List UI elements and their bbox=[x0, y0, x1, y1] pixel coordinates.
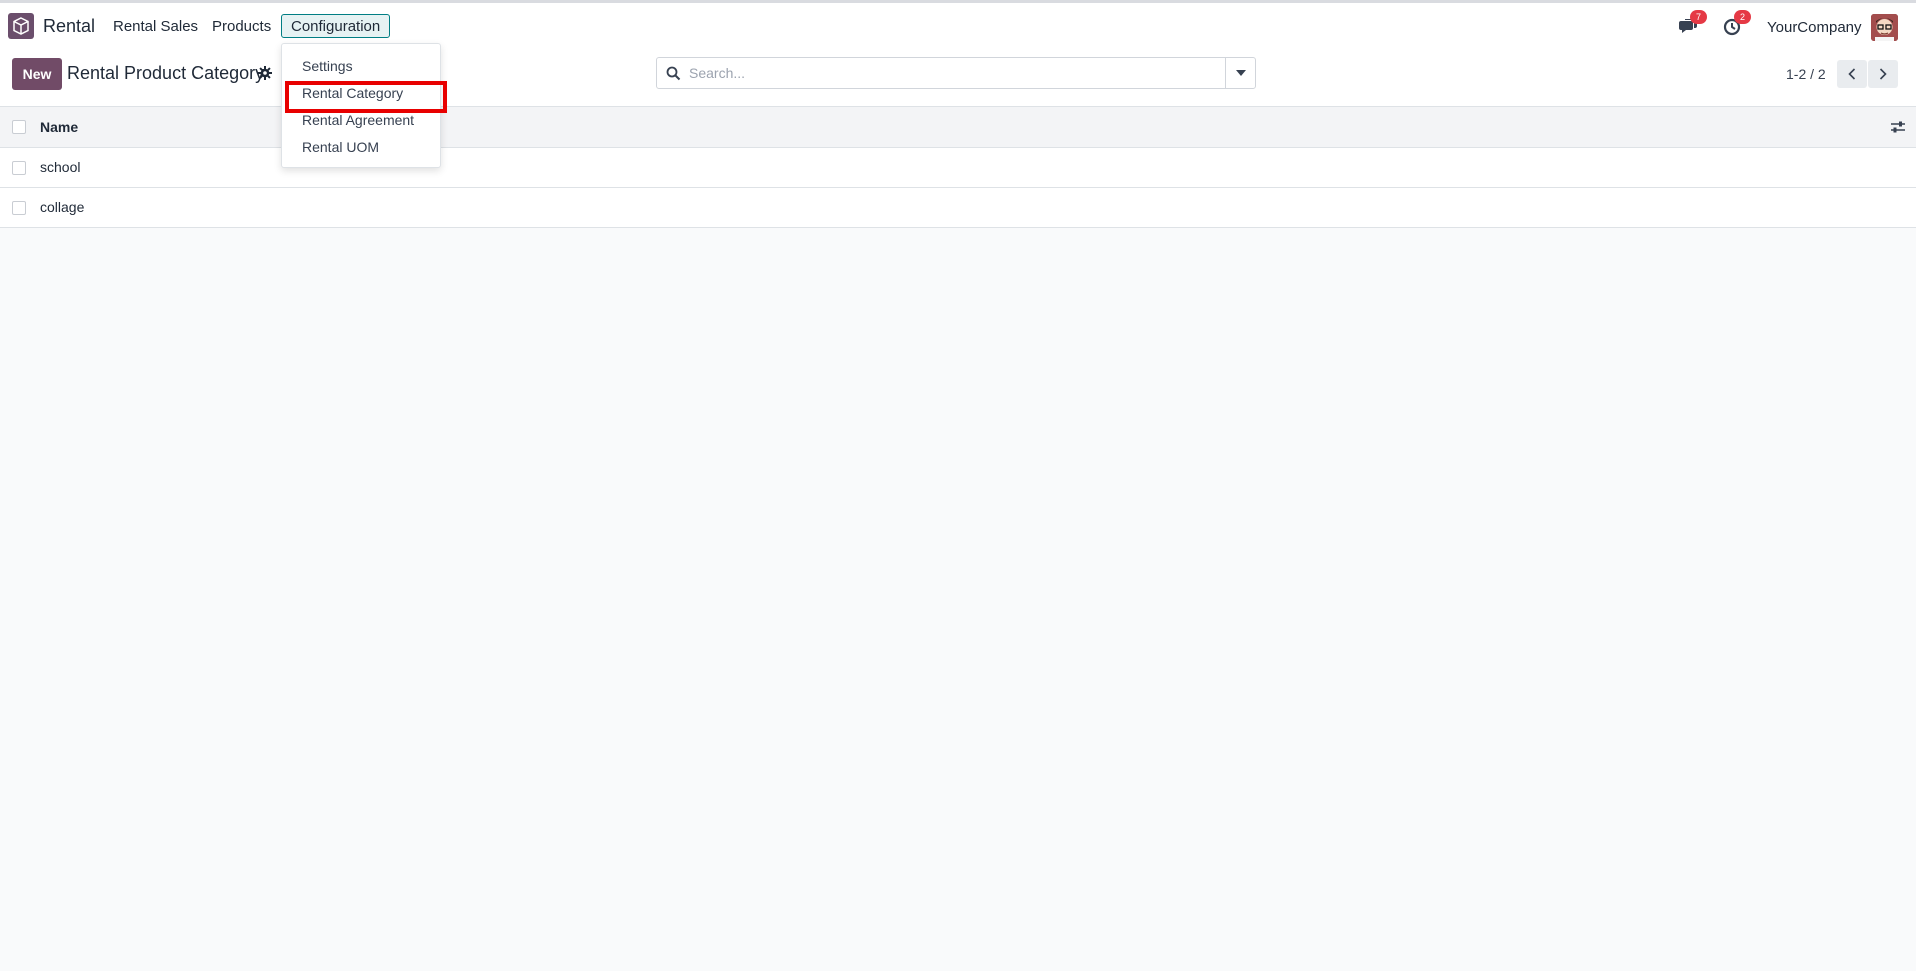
activities-badge: 2 bbox=[1734, 10, 1751, 24]
chevron-right-icon[interactable] bbox=[1868, 60, 1898, 88]
select-all-checkbox[interactable] bbox=[12, 120, 26, 134]
menu-products[interactable]: Products bbox=[212, 18, 271, 35]
column-header-name[interactable]: Name bbox=[40, 119, 78, 135]
search-input[interactable] bbox=[689, 62, 1219, 84]
chevron-left-icon[interactable] bbox=[1837, 60, 1867, 88]
new-button[interactable]: New bbox=[12, 58, 62, 90]
app-name[interactable]: Rental bbox=[43, 16, 95, 37]
search-bar bbox=[656, 57, 1256, 89]
row-name: school bbox=[40, 159, 81, 175]
search-icon bbox=[666, 66, 681, 81]
rental-app-icon[interactable] bbox=[8, 13, 34, 39]
menu-item-settings[interactable]: Settings bbox=[302, 58, 353, 74]
menu-configuration[interactable]: Configuration bbox=[281, 14, 391, 38]
menu-item-rental-agreement[interactable]: Rental Agreement bbox=[302, 112, 414, 128]
page-title: Rental Product Category bbox=[67, 63, 265, 83]
row-checkbox[interactable] bbox=[12, 201, 26, 215]
gear-icon[interactable] bbox=[258, 66, 272, 80]
company-switcher[interactable]: YourCompany bbox=[1767, 19, 1862, 36]
menu-item-rental-uom[interactable]: Rental UOM bbox=[302, 139, 379, 155]
table-row[interactable]: collage bbox=[0, 188, 1916, 228]
messages-badge: 7 bbox=[1690, 10, 1707, 24]
configuration-dropdown: Settings Rental Category Rental Agreemen… bbox=[281, 43, 441, 168]
column-settings-icon[interactable] bbox=[1890, 120, 1906, 134]
menu-item-rental-category[interactable]: Rental Category bbox=[302, 85, 403, 101]
caret-down-icon[interactable] bbox=[1225, 58, 1255, 88]
row-name: collage bbox=[40, 199, 85, 215]
chat-icon[interactable]: 7 bbox=[1678, 10, 1707, 38]
pager-value[interactable]: 1-2 / 2 bbox=[1786, 66, 1826, 82]
avatar[interactable] bbox=[1871, 14, 1898, 41]
menu-rental-sales[interactable]: Rental Sales bbox=[113, 18, 198, 35]
row-checkbox[interactable] bbox=[12, 161, 26, 175]
clock-icon[interactable]: 2 bbox=[1722, 10, 1751, 38]
